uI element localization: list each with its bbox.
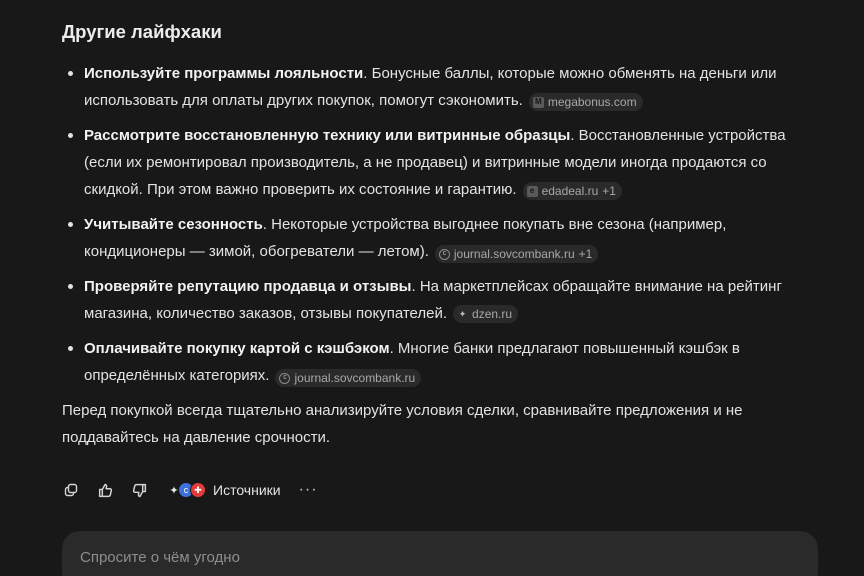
bullet-icon	[68, 71, 73, 76]
bullet-icon	[68, 346, 73, 351]
megabonus-icon: M	[532, 96, 544, 108]
megabonus-icon: ✚	[190, 482, 206, 498]
source-chip[interactable]: Mmegabonus.com	[528, 93, 643, 111]
source-label: dzen.ru	[472, 307, 513, 321]
section-heading: Другие лайфхаки	[62, 21, 222, 42]
source-label: journal.sovcombank.ru	[294, 371, 416, 385]
list-item: Рассмотрите восстановленную технику или …	[62, 122, 802, 203]
sovcombank-icon: c	[438, 248, 450, 260]
dzen-icon: ✦	[458, 309, 467, 319]
thumbs-up-icon[interactable]	[94, 479, 116, 501]
composer	[62, 531, 818, 576]
list-item: Учитывайте сезонность. Некоторые устройс…	[62, 211, 802, 265]
tip-title: Используйте программы лояльности	[84, 65, 364, 82]
tip-title: Оплачивайте покупку картой с кэшбэком	[84, 340, 390, 357]
bullet-icon	[68, 222, 73, 227]
chat-page: Другие лайфхаки Используйте программы ло…	[0, 0, 864, 576]
tips-list: Используйте программы лояльности. Бонусн…	[62, 60, 802, 389]
sources-label: Источники	[213, 482, 281, 498]
source-chip[interactable]: ✦ dzen.ru	[453, 305, 519, 323]
sovcombank-icon: c	[279, 372, 291, 384]
sources-icons: ✦ c ✚	[166, 482, 206, 498]
sources-button[interactable]: ✦ c ✚ Источники	[166, 482, 281, 498]
edadeal-icon: e	[526, 185, 538, 197]
tip-title: Учитывайте сезонность	[84, 216, 263, 233]
message-actions: ✦ c ✚ Источники ···	[60, 478, 318, 502]
closing-paragraph: Перед покупкой всегда тщательно анализир…	[62, 402, 743, 446]
list-item: Используйте программы лояльности. Бонусн…	[62, 60, 802, 114]
bullet-icon	[68, 284, 73, 289]
more-options-icon[interactable]: ···	[299, 481, 318, 499]
list-item: Оплачивайте покупку картой с кэшбэком. М…	[62, 335, 802, 389]
source-extra: +1	[602, 184, 616, 198]
tip-title: Рассмотрите восстановленную технику или …	[84, 127, 571, 144]
source-chip[interactable]: e edadeal.ru +1	[522, 182, 622, 200]
source-chip[interactable]: c journal.sovcombank.ru	[275, 369, 422, 387]
source-label: journal.sovcombank.ru	[453, 247, 575, 261]
source-chip[interactable]: c journal.sovcombank.ru +1	[434, 245, 599, 263]
thumbs-down-icon[interactable]	[128, 479, 150, 501]
tip-title: Проверяйте репутацию продавца и отзывы	[84, 278, 412, 295]
source-label: edadeal.ru	[541, 184, 599, 198]
list-item: Проверяйте репутацию продавца и отзывы. …	[62, 273, 802, 327]
bullet-icon	[68, 133, 73, 138]
source-label: megabonus.com	[547, 95, 637, 109]
prompt-input[interactable]	[78, 545, 782, 569]
source-extra: +1	[578, 247, 593, 261]
copy-icon[interactable]	[60, 479, 82, 501]
answer-content: Другие лайфхаки Используйте программы ло…	[62, 0, 802, 451]
